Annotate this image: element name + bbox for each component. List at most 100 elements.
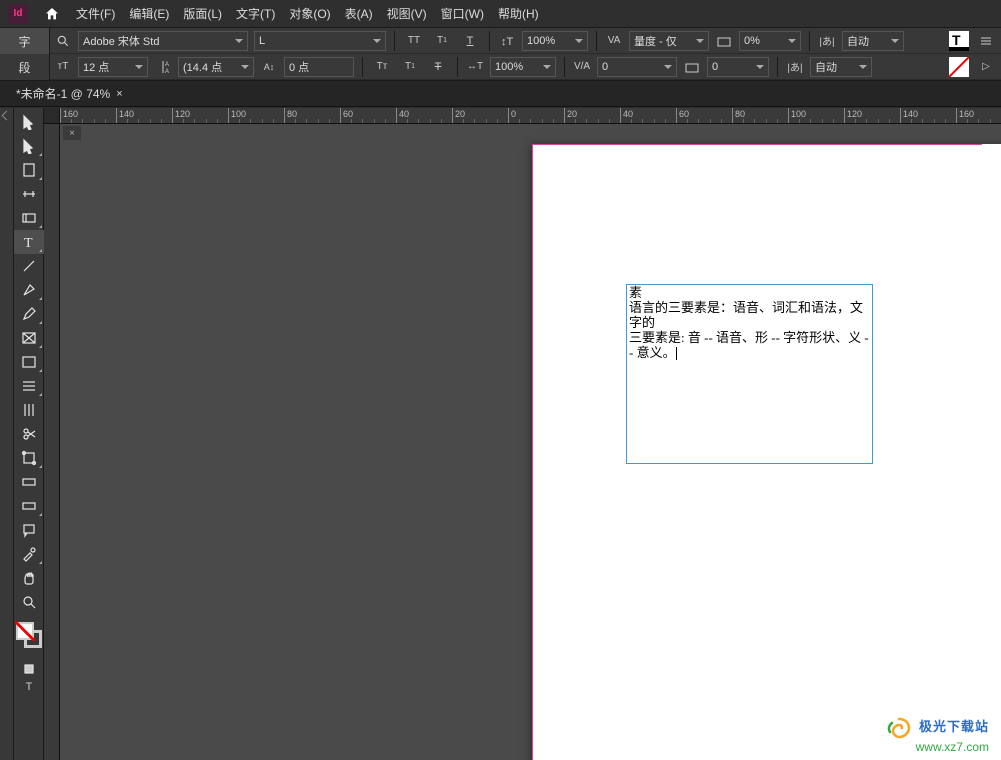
- pencil-tool[interactable]: [14, 302, 44, 326]
- gradient-feather-tool[interactable]: [14, 494, 44, 518]
- watermark-logo-icon: [885, 717, 913, 739]
- chevron-down-icon: [373, 39, 381, 43]
- opt2-value: 0: [712, 61, 718, 73]
- panel-menu-button[interactable]: [975, 31, 997, 51]
- strikethrough-button[interactable]: T: [427, 57, 449, 77]
- ruler-tick: 120: [844, 108, 862, 123]
- svg-text:T: T: [24, 236, 33, 250]
- type-tool[interactable]: T: [14, 230, 44, 254]
- opt2-combo[interactable]: 0: [707, 57, 769, 77]
- char-para-switch: 字 段: [0, 28, 50, 80]
- gap-tool[interactable]: [14, 182, 44, 206]
- chevron-down-icon: [859, 65, 867, 69]
- text-line-3: 三要素是: 音 -- 语音、形 -- 字符形状、义 -- 意义。: [629, 330, 869, 360]
- vscale-value: 100%: [527, 35, 555, 47]
- rectangle-frame-tool[interactable]: [14, 326, 44, 350]
- app-logo: Id: [8, 4, 28, 24]
- para-mode-button[interactable]: 段: [0, 54, 49, 80]
- menu-object[interactable]: 对象(O): [289, 5, 330, 22]
- char-mode-button[interactable]: 字: [0, 28, 49, 54]
- note-tool[interactable]: [14, 518, 44, 542]
- horizontal-grid-tool[interactable]: [14, 374, 44, 398]
- svg-text:A: A: [165, 69, 169, 74]
- control-bar: 字 段 Adobe 宋体 Std L TT T1 T ↕T 100% VA 量度…: [0, 28, 1001, 81]
- document-page[interactable]: 素 语言的三要素是：语音、词汇和语法，文字的 三要素是: 音 -- 语音、形 -…: [532, 144, 1001, 760]
- fill-text-swatch[interactable]: [949, 31, 969, 51]
- pen-tool[interactable]: [14, 278, 44, 302]
- kerning-value: 0: [602, 61, 608, 73]
- ruler-tab-close-icon[interactable]: ×: [63, 126, 81, 140]
- control-row-1: Adobe 宋体 Std L TT T1 T ↕T 100% VA 量度 - 仅…: [50, 28, 1001, 54]
- font-size-combo[interactable]: 12 点: [78, 57, 148, 77]
- expand-button[interactable]: ▷: [975, 57, 997, 77]
- free-transform-tool[interactable]: [14, 446, 44, 470]
- content-collector-tool[interactable]: [14, 206, 44, 230]
- font-style-combo[interactable]: L: [254, 31, 386, 51]
- format-text-button[interactable]: T: [14, 678, 44, 696]
- kerning-combo[interactable]: 0: [597, 57, 677, 77]
- vertical-ruler[interactable]: [44, 124, 60, 760]
- baseline-combo[interactable]: 0 点: [284, 57, 354, 77]
- baseline-value: 0 点: [289, 59, 309, 75]
- text-frame[interactable]: 素 语言的三要素是：语音、词汇和语法，文字的 三要素是: 音 -- 语音、形 -…: [626, 284, 873, 464]
- menu-table[interactable]: 表(A): [345, 5, 373, 22]
- menu-layout[interactable]: 版面(L): [183, 5, 222, 22]
- chevron-down-icon: [664, 65, 672, 69]
- rectangle-tool[interactable]: [14, 350, 44, 374]
- eyedropper-tool[interactable]: [14, 542, 44, 566]
- size-icon: ᴛT: [54, 58, 72, 76]
- lang2-combo[interactable]: 自动: [810, 57, 872, 77]
- ruler-tick: 120: [172, 108, 190, 123]
- direct-selection-tool[interactable]: [14, 134, 44, 158]
- chevron-down-icon: [135, 65, 143, 69]
- underline-button[interactable]: T: [459, 31, 481, 51]
- selection-tool[interactable]: [14, 110, 44, 134]
- menu-edit[interactable]: 编辑(E): [129, 5, 169, 22]
- horizontal-scale-combo[interactable]: 100%: [490, 57, 556, 77]
- menu-type[interactable]: 文字(T): [236, 5, 275, 22]
- lang2-value: 自动: [815, 59, 837, 75]
- vertical-grid-tool[interactable]: [14, 398, 44, 422]
- ruler-tick: 160: [60, 108, 78, 123]
- allcaps-button[interactable]: TT: [403, 31, 425, 51]
- font-style-value: L: [259, 35, 265, 47]
- chevron-down-icon: [756, 65, 764, 69]
- tracking-combo[interactable]: 量度 - 仅: [629, 31, 709, 51]
- document-tab[interactable]: *未命名-1 @ 74% ×: [8, 82, 131, 105]
- font-search-icon[interactable]: [54, 32, 72, 50]
- superscript-button[interactable]: T1: [431, 31, 453, 51]
- gradient-swatch-tool[interactable]: [14, 470, 44, 494]
- menu-help[interactable]: 帮助(H): [498, 5, 539, 22]
- lang1-combo[interactable]: 自动: [842, 31, 904, 51]
- collapse-chevron-icon[interactable]: [0, 108, 13, 122]
- tab-close-icon[interactable]: ×: [116, 88, 122, 100]
- menu-window[interactable]: 窗口(W): [441, 5, 484, 22]
- text-content[interactable]: 素 语言的三要素是：语音、词汇和语法，文字的 三要素是: 音 -- 语音、形 -…: [627, 285, 872, 362]
- format-container-button[interactable]: [14, 660, 44, 678]
- line-tool[interactable]: [14, 254, 44, 278]
- home-icon[interactable]: [42, 4, 62, 24]
- ruler-origin[interactable]: [44, 108, 60, 124]
- text-line-2: 语言的三要素是：语音、词汇和语法，文字的: [629, 300, 863, 330]
- horizontal-ruler[interactable]: 1601401201008060402002040608010012014016…: [60, 108, 1001, 124]
- opt1-combo[interactable]: 0%: [739, 31, 801, 51]
- page-tool[interactable]: [14, 158, 44, 182]
- scissors-tool[interactable]: [14, 422, 44, 446]
- subscript-button[interactable]: T1: [399, 57, 421, 77]
- smallcaps-button[interactable]: Tᴛ: [371, 57, 393, 77]
- menu-view[interactable]: 视图(V): [387, 5, 427, 22]
- hand-tool[interactable]: [14, 566, 44, 590]
- fill-swatch[interactable]: [16, 622, 34, 640]
- svg-text:A: A: [165, 62, 169, 68]
- vertical-scale-combo[interactable]: 100%: [522, 31, 588, 51]
- watermark: 极光下载站 www.xz7.com: [885, 716, 989, 754]
- menu-file[interactable]: 文件(F): [76, 5, 115, 22]
- fill-stroke-swatches[interactable]: [14, 620, 44, 660]
- canvas[interactable]: 1601401201008060402002040608010012014016…: [44, 108, 1001, 760]
- watermark-title: 极光下载站: [919, 719, 989, 734]
- font-family-combo[interactable]: Adobe 宋体 Std: [78, 31, 248, 51]
- panel-collapse-strip[interactable]: [0, 108, 14, 760]
- zoom-tool[interactable]: [14, 590, 44, 614]
- stroke-text-swatch[interactable]: [949, 57, 969, 77]
- leading-combo[interactable]: (14.4 点: [178, 57, 254, 77]
